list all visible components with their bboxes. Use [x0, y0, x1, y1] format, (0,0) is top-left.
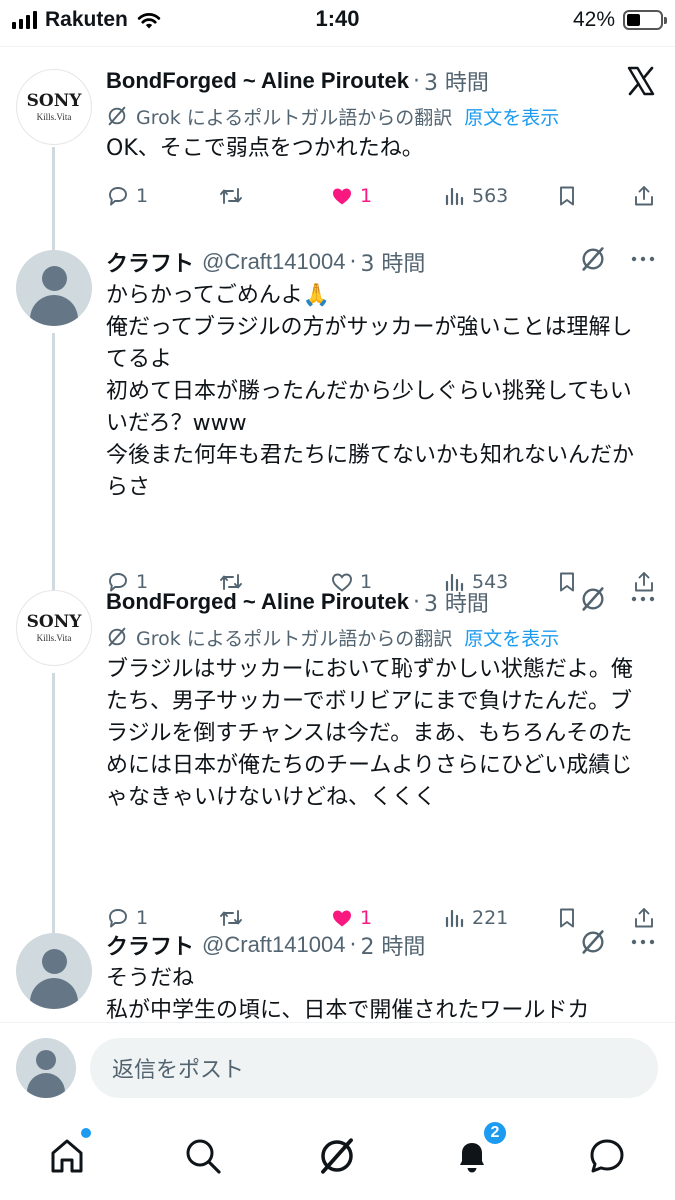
share-icon — [635, 186, 653, 206]
view-count: 563 — [472, 185, 509, 207]
battery-indicator: 42% — [572, 6, 667, 34]
status-bar: Rakuten 1:40 42% — [0, 0, 675, 42]
author-name[interactable]: クラフト — [106, 246, 194, 278]
translation-note: Grok によるポルトガル語からの翻訳 原文を表示 — [106, 620, 657, 654]
notifications-badge: 2 — [482, 1120, 508, 1146]
author-handle[interactable]: @Craft141004 — [202, 932, 345, 958]
thread-line — [52, 673, 55, 933]
reply-count: 1 — [136, 907, 149, 929]
like-count: 1 — [360, 185, 373, 207]
tab-home[interactable] — [45, 1128, 91, 1178]
post[interactable]: SONY Kills.Vita BondForged ~ Aline Pirou… — [0, 47, 675, 257]
message-icon — [590, 1139, 624, 1173]
tab-grok[interactable] — [315, 1134, 359, 1178]
post-text: からかってごめんよ🙏 俺だってブラジルの方がサッカーが強いことは理解してるよ 初… — [106, 283, 635, 500]
home-icon — [51, 1139, 83, 1173]
share-button[interactable] — [632, 181, 656, 211]
translation-note: Grok によるポルトガル語からの翻訳 原文を表示 — [106, 99, 657, 133]
avatar[interactable]: SONY Kills.Vita — [16, 69, 92, 145]
post[interactable]: クラフト @Craft141004 · 2 時間 そうだね 私が中学生の頃に、日… — [0, 930, 675, 1022]
sony-logo-text: SONY — [26, 90, 82, 111]
reply-icon — [109, 187, 127, 206]
reply-count: 1 — [136, 185, 149, 207]
show-original-link[interactable]: 原文を表示 — [464, 624, 559, 651]
grok-icon — [108, 627, 126, 647]
my-avatar[interactable] — [16, 1038, 76, 1098]
views-button[interactable]: 563 — [444, 181, 508, 211]
tab-search[interactable] — [181, 1134, 225, 1178]
heart-filled-icon — [333, 188, 351, 205]
post-text: そうだね 私が中学生の頃に、日本で開催されたワールドカ — [106, 966, 590, 1022]
post[interactable]: クラフト @Craft141004 · 3 時間 からかってごめんよ🙏 俺だって… — [0, 246, 675, 607]
translation-text: Grok によるポルトガル語からの翻訳 — [136, 627, 453, 650]
post-time[interactable]: 2 時間 — [360, 929, 425, 961]
bookmark-button[interactable] — [556, 181, 578, 211]
author-name[interactable]: クラフト — [106, 929, 194, 961]
sony-logo-subtext: Kills.Vita — [36, 111, 72, 122]
avatar[interactable]: SONY Kills.Vita — [16, 590, 92, 666]
author-handle[interactable]: @Craft141004 — [202, 249, 345, 275]
post-text: ブラジルはサッカーにおいて恥ずかしい状態だよ。俺たち、男子サッカーでボリビアにま… — [106, 657, 633, 810]
views-icon — [445, 187, 464, 206]
sony-logo-subtext: Kills.Vita — [36, 632, 72, 643]
grok-icon — [108, 106, 126, 126]
tab-messages[interactable] — [585, 1134, 629, 1178]
grok-icon — [321, 1138, 353, 1174]
bookmark-icon — [560, 186, 574, 206]
post[interactable]: SONY Kills.Vita BondForged ~ Aline Pirou… — [0, 586, 675, 933]
thread-feed[interactable]: SONY Kills.Vita BondForged ~ Aline Pirou… — [0, 47, 675, 1022]
like-button[interactable]: 1 — [330, 181, 372, 211]
post-time[interactable]: 3 時間 — [360, 246, 425, 278]
show-original-link[interactable]: 原文を表示 — [464, 103, 559, 130]
thread-line — [52, 333, 55, 607]
post-time[interactable]: 3 時間 — [424, 586, 489, 618]
author-name[interactable]: BondForged ~ Aline Piroutek — [106, 68, 409, 94]
avatar[interactable] — [16, 250, 92, 326]
author-name[interactable]: BondForged ~ Aline Piroutek — [106, 589, 409, 615]
like-count: 1 — [360, 907, 373, 929]
translation-text: Grok によるポルトガル語からの翻訳 — [136, 106, 453, 129]
repost-button[interactable] — [218, 181, 244, 211]
bottom-tab-bar: 2 — [0, 1114, 675, 1200]
post-time[interactable]: 3 時間 — [424, 65, 489, 97]
avatar[interactable] — [16, 933, 92, 1009]
view-count: 221 — [472, 907, 509, 929]
search-icon — [186, 1139, 221, 1174]
tab-notifications[interactable]: 2 — [450, 1120, 508, 1178]
battery-percent: 42% — [572, 8, 615, 31]
repost-icon — [220, 188, 242, 204]
reply-button[interactable]: 1 — [106, 181, 148, 211]
reply-input[interactable]: 返信をポスト — [90, 1038, 658, 1098]
post-text: OK、そこで弱点をつかれたね。 — [106, 136, 424, 161]
battery-icon — [623, 10, 667, 30]
reply-composer-bar: 返信をポスト — [0, 1022, 675, 1114]
home-unread-dot — [81, 1128, 91, 1138]
sony-logo-text: SONY — [26, 611, 82, 632]
